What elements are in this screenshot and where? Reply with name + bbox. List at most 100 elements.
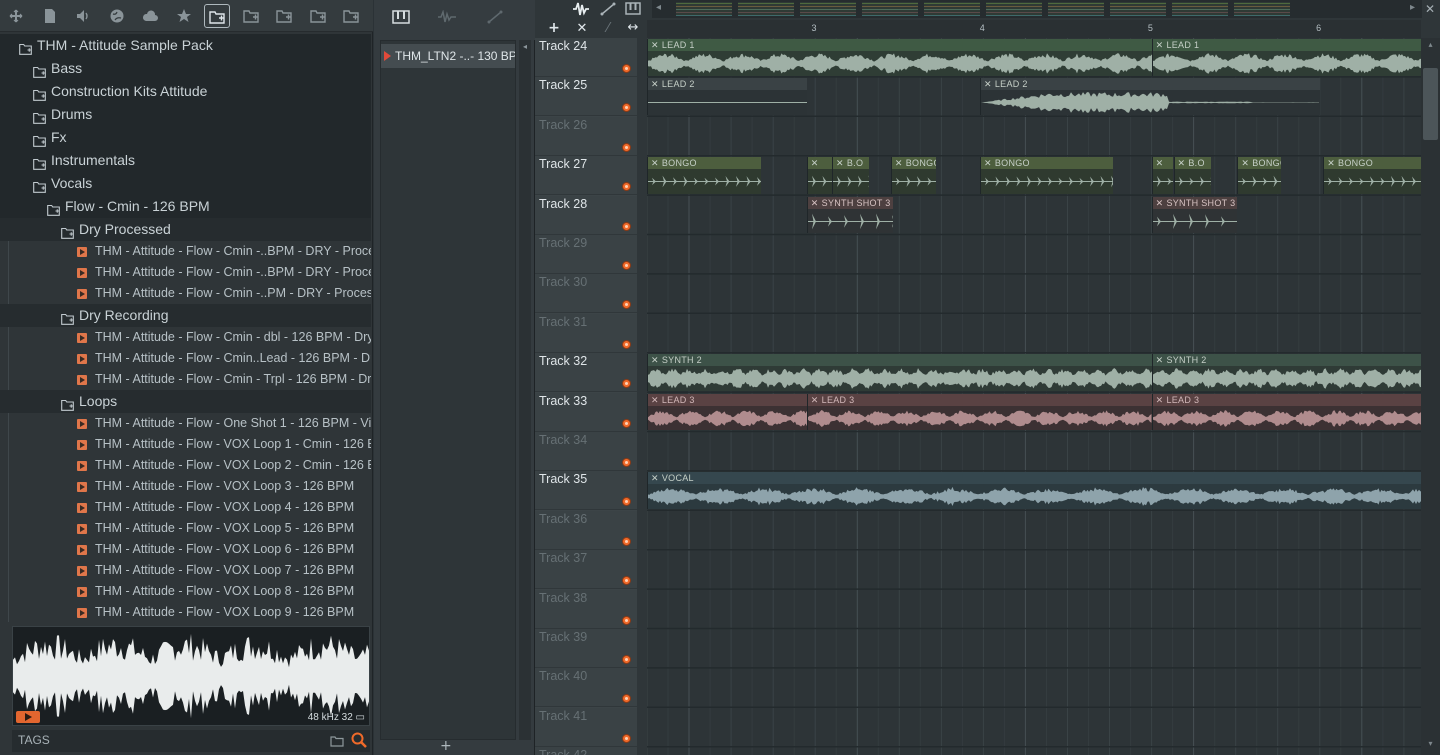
folder-item-construction-kits-attitude[interactable]: Construction Kits Attitude — [0, 80, 371, 103]
audio-clip[interactable]: ✕ — [1151, 157, 1174, 195]
track-mute-led-icon[interactable] — [622, 182, 631, 192]
piano-roll-icon-2[interactable] — [624, 2, 642, 19]
track-mute-led-icon[interactable] — [622, 615, 631, 625]
folder-item-drums[interactable]: Drums — [0, 103, 371, 126]
folder-item-flow[interactable]: Flow - Cmin - 126 BPM — [0, 195, 371, 218]
clip-menu-icon[interactable]: ✕ — [811, 395, 819, 405]
audio-clip[interactable]: ✕BONGO — [1323, 157, 1421, 195]
picker-scrollbar[interactable]: ◂ — [519, 40, 531, 740]
scroll-down-icon[interactable]: ▾ — [1424, 739, 1437, 751]
audio-clip[interactable]: ✕ LEAD 3 — [647, 393, 807, 431]
overview-left-arrow-icon[interactable]: ◂ — [652, 2, 665, 16]
track-header[interactable]: Track 32 — [535, 353, 637, 393]
sample-file-item[interactable]: THM - Attitude - Flow - VOX Loop 1 - Cmi… — [0, 434, 371, 455]
audio-clip[interactable]: ✕BONGO — [1237, 157, 1282, 195]
audio-clip[interactable]: ✕ SYNTH 2 — [1151, 354, 1421, 392]
audio-clip[interactable]: ✕ LEAD 2 — [980, 78, 1320, 116]
pattern-item[interactable]: THM_LTN2 -..- 130 BPM — [381, 44, 515, 68]
sample-file-item[interactable]: THM - Attitude - Flow - VOX Loop 6 - 126… — [0, 539, 371, 560]
folder-icon-2[interactable] — [238, 4, 264, 28]
clip-menu-icon[interactable]: ✕ — [895, 158, 903, 168]
clip-header[interactable]: ✕BONGO — [981, 157, 1113, 170]
clip-header[interactable]: ✕BONGO — [1238, 157, 1282, 170]
track-mute-led-icon[interactable] — [622, 261, 631, 270]
audio-clip[interactable]: ✕ B.O — [1173, 157, 1211, 195]
sample-file-item[interactable]: THM - Attitude - Flow - Cmin..Lead - 126… — [0, 348, 371, 369]
audio-clip[interactable]: ✕BONGO — [647, 157, 762, 195]
track-header[interactable]: Track 27 — [535, 156, 637, 196]
track-mute-led-icon[interactable] — [622, 536, 631, 546]
sample-file-item[interactable]: THM - Attitude - Flow - VOX Loop 7 - 126… — [0, 560, 371, 581]
clip-menu-icon[interactable]: ✕ — [811, 158, 819, 168]
folder-view-icon[interactable] — [204, 4, 230, 28]
scroll-thumb[interactable] — [1423, 68, 1438, 140]
track-mute-led-icon[interactable] — [622, 733, 631, 743]
track-header[interactable]: Track 29 — [535, 235, 637, 274]
track-mute-led-icon[interactable] — [622, 64, 631, 73]
clip-header[interactable]: ✕ VOCAL — [648, 472, 1421, 485]
track-mute-led-icon[interactable] — [622, 221, 631, 231]
track-header[interactable]: Track 41 — [535, 707, 637, 747]
clip-menu-icon[interactable]: ✕ — [984, 158, 992, 168]
add-track-button[interactable]: + — [545, 20, 563, 36]
clip-header[interactable]: ✕ LEAD 1 — [1152, 39, 1421, 51]
track-header[interactable]: Track 31 — [535, 313, 637, 353]
clip-header[interactable]: ✕ SYNTH SHOT 3 — [807, 196, 893, 209]
clip-header[interactable]: ✕ B.O — [1174, 157, 1211, 170]
audio-clip[interactable]: ✕ LEAD 1 — [1151, 39, 1421, 76]
clip-header[interactable]: ✕ LEAD 3 — [807, 393, 1152, 406]
track-mute-led-icon[interactable] — [622, 339, 631, 349]
star-icon[interactable] — [171, 4, 197, 28]
audio-clip[interactable]: ✕ — [806, 157, 832, 195]
preview-window-icon[interactable]: ▭ — [356, 712, 365, 723]
track-header[interactable]: Track 26 — [535, 116, 637, 156]
sample-file-item[interactable]: THM - Attitude - Flow - VOX Loop 4 - 126… — [0, 497, 371, 518]
clip-menu-icon[interactable]: ✕ — [1241, 158, 1249, 168]
audio-clip[interactable]: ✕ LEAD 3 — [1151, 393, 1421, 431]
folder-root[interactable]: THM - Attitude Sample Pack — [0, 34, 371, 57]
search-icon[interactable] — [350, 731, 368, 749]
audio-wave-icon[interactable] — [572, 1, 590, 21]
clip-header[interactable]: ✕ — [1152, 157, 1174, 170]
folder-icon-4[interactable] — [305, 4, 331, 28]
clip-menu-icon[interactable]: ✕ — [1156, 198, 1164, 208]
audio-clip[interactable]: ✕ B.O — [832, 157, 869, 195]
audio-clip[interactable]: ✕ LEAD 1 — [647, 39, 1152, 76]
sample-preview[interactable]: 48 kHz 32 ▭ — [12, 626, 370, 726]
sample-file-item[interactable]: THM - Attitude - Flow - VOX Loop 9 - 126… — [0, 602, 371, 623]
sample-file-item[interactable]: THM - Attitude - Flow - VOX Loop 2 - Cmi… — [0, 455, 371, 476]
clip-menu-icon[interactable]: ✕ — [1178, 158, 1186, 168]
clip-menu-icon[interactable]: ✕ — [651, 40, 659, 50]
stretch-tool-button[interactable]: ↔ — [624, 20, 642, 35]
track-header[interactable]: Track 38 — [535, 589, 637, 629]
clip-menu-icon[interactable]: ✕ — [1156, 40, 1164, 50]
track-mute-led-icon[interactable] — [622, 694, 631, 704]
clip-header[interactable]: ✕ SYNTH SHOT 3 — [1152, 196, 1238, 209]
track-header[interactable]: Track 24 — [535, 38, 637, 77]
track-mute-led-icon[interactable] — [622, 497, 631, 507]
track-mute-led-icon[interactable] — [622, 103, 631, 113]
clip-menu-icon[interactable]: ✕ — [1156, 158, 1164, 168]
automation-icon[interactable] — [484, 10, 506, 30]
sample-file-item[interactable]: THM - Attitude - Flow - VOX Loop 3 - 126… — [0, 476, 371, 497]
track-header[interactable]: Track 39 — [535, 629, 637, 668]
scroll-up-icon-2[interactable]: ▴ — [1424, 40, 1437, 52]
preview-play-icon[interactable] — [16, 711, 40, 723]
folder-item-bass[interactable]: Bass — [0, 57, 371, 80]
folder-item-dry-recording[interactable]: Dry Recording — [0, 304, 371, 327]
clip-menu-icon[interactable]: ✕ — [836, 158, 844, 168]
track-mute-led-icon[interactable] — [622, 379, 631, 389]
folder-item-instrumentals[interactable]: Instrumentals — [0, 149, 371, 172]
clip-menu-icon[interactable]: ✕ — [984, 79, 992, 89]
track-header[interactable]: Track 34 — [535, 432, 637, 471]
sample-file-item[interactable]: THM - Attitude - Flow - VOX Loop 8 - 126… — [0, 581, 371, 602]
clip-header[interactable]: ✕ SYNTH 2 — [1152, 354, 1421, 367]
track-mute-led-icon[interactable] — [622, 142, 631, 152]
pencil-icon[interactable]: ⁄ — [599, 21, 617, 36]
sample-file-item[interactable]: THM - Attitude - Flow - Cmin - dbl - 126… — [0, 327, 371, 348]
clip-menu-icon[interactable]: ✕ — [811, 198, 819, 208]
timeline-ruler[interactable]: 3 4 5 6 — [647, 20, 1421, 38]
tags-folder-icon[interactable] — [330, 733, 344, 747]
folder-item-fx[interactable]: Fx — [0, 126, 371, 149]
folder-item-loops[interactable]: Loops — [0, 390, 371, 413]
